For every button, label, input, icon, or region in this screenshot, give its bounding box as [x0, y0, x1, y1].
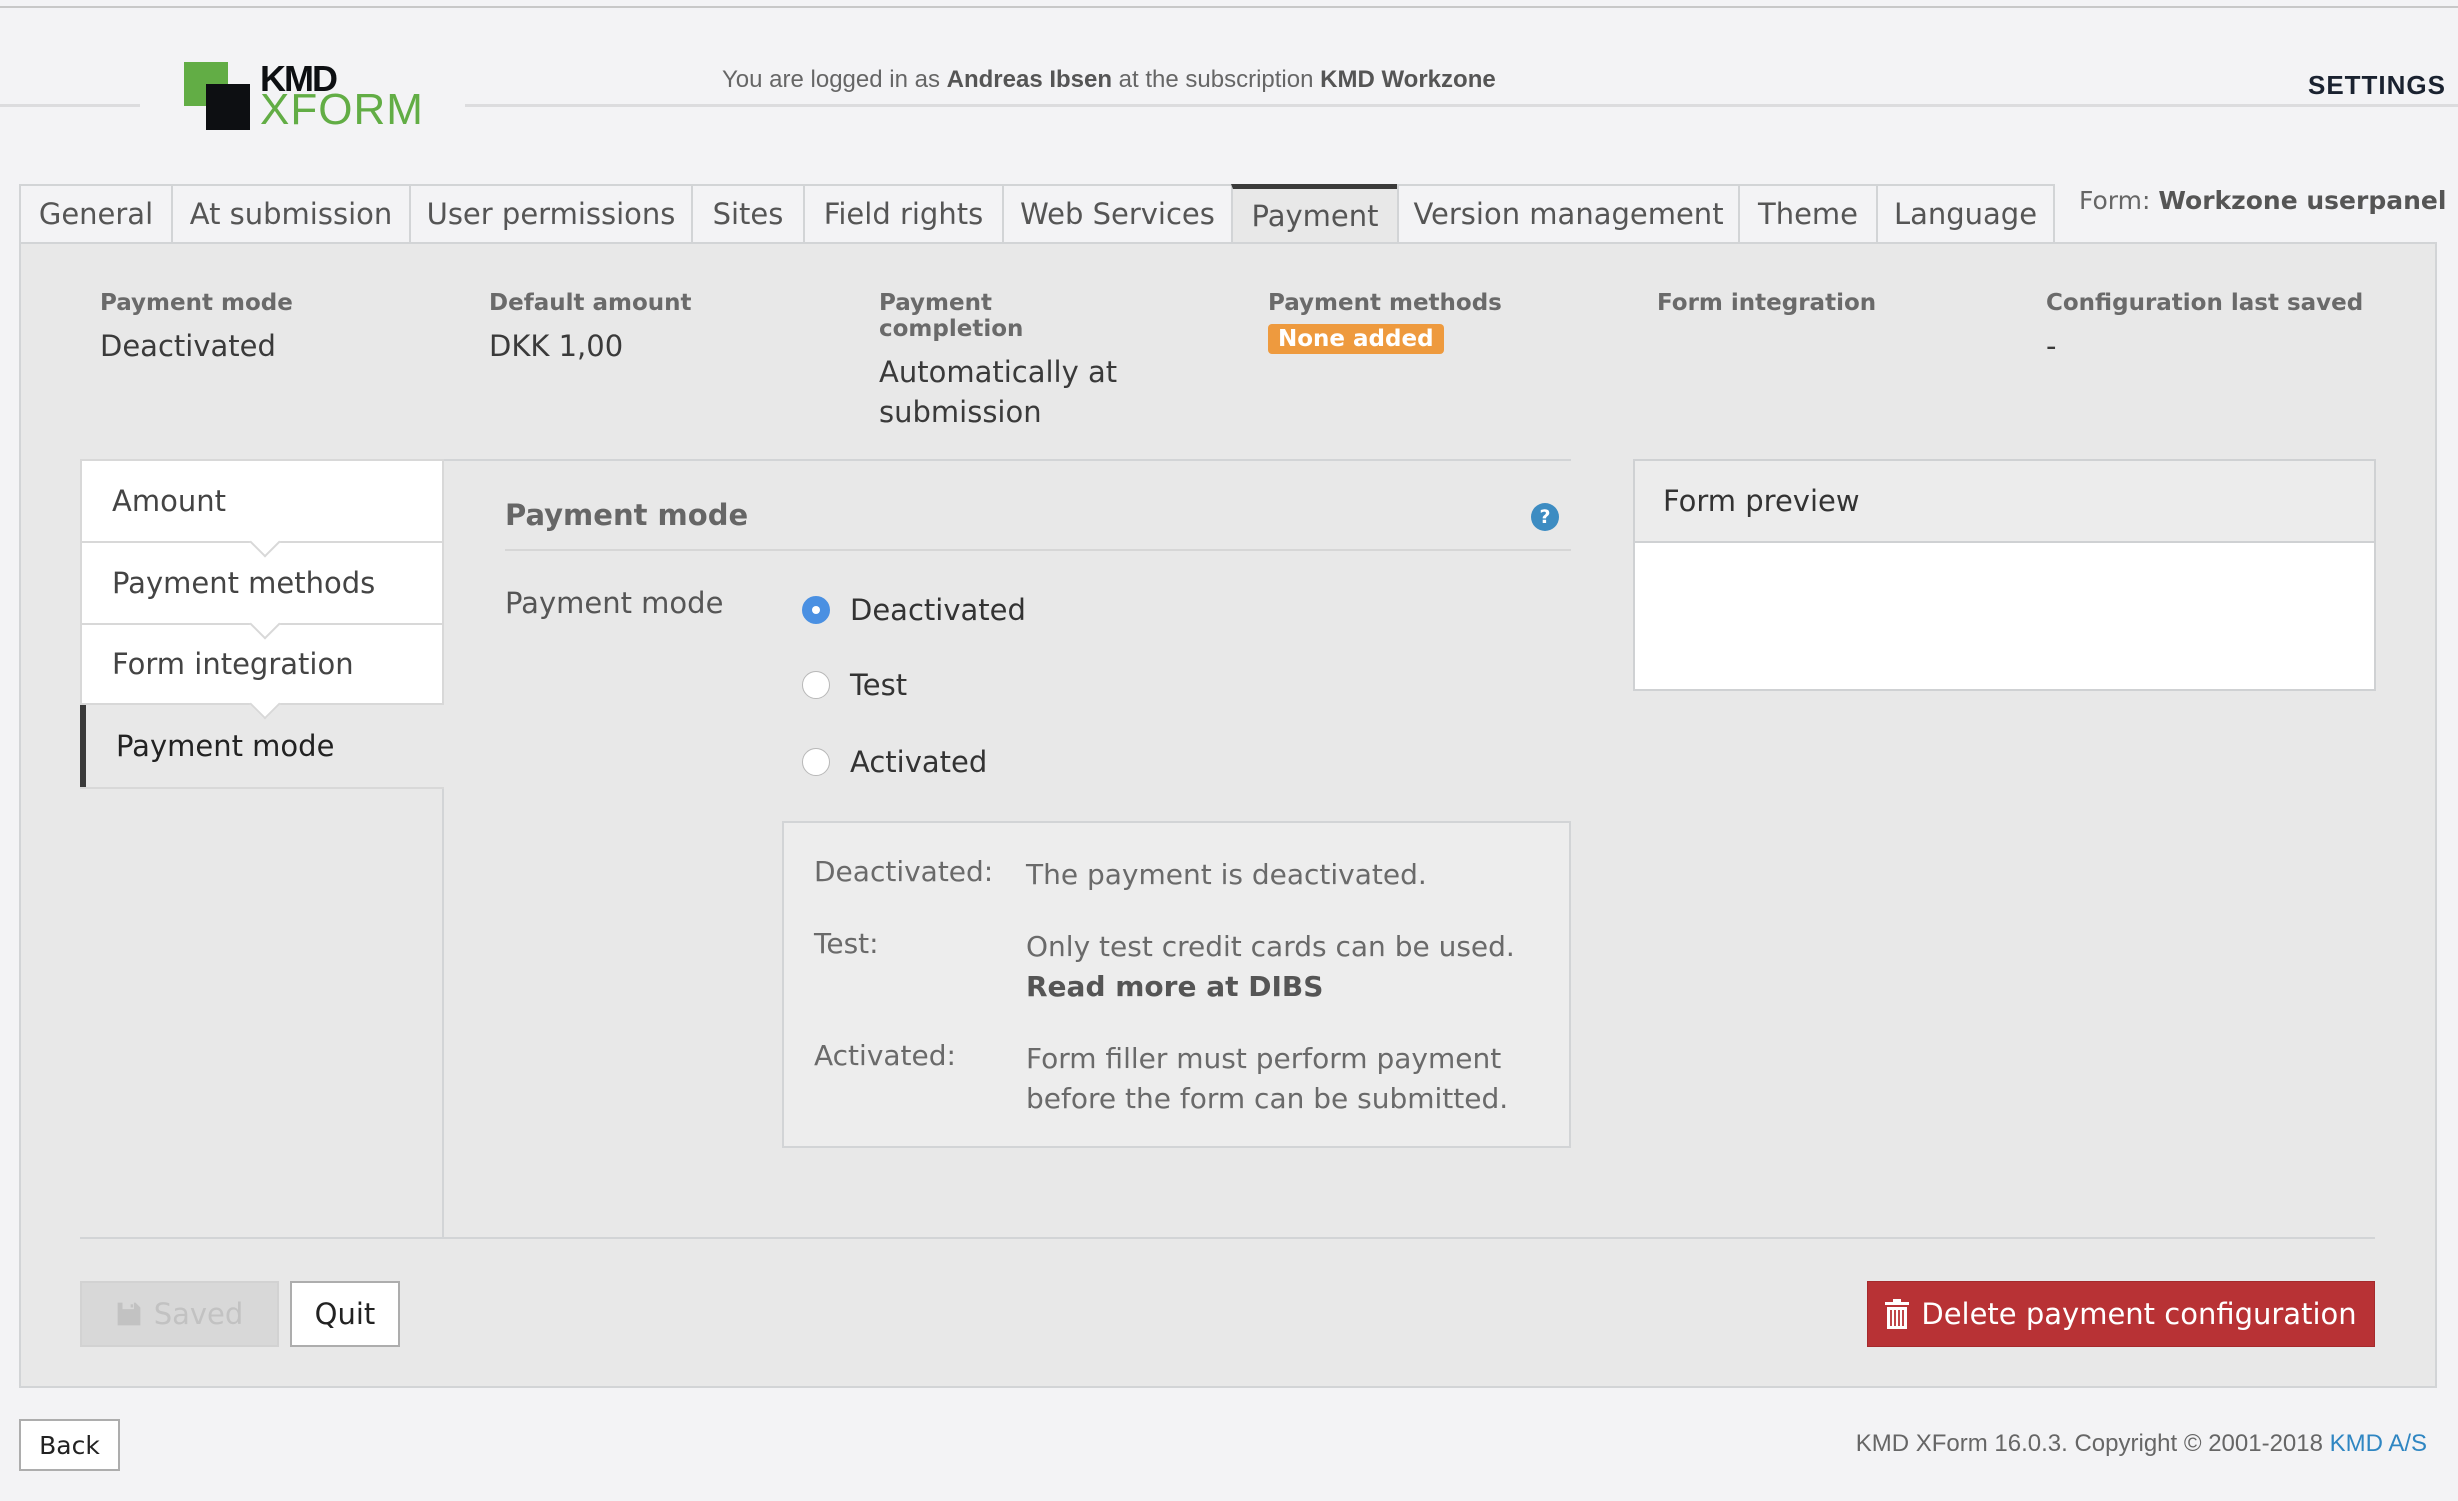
payment-sidebar: Amount Payment methods Form integration … — [80, 459, 444, 1239]
form-prefix: Form: — [2079, 186, 2159, 215]
saved-button-label: Saved — [153, 1297, 244, 1331]
radio-button[interactable] — [802, 748, 830, 776]
radio-label: Test — [850, 668, 908, 702]
trash-icon — [1885, 1299, 1910, 1329]
summary-label: Default amount — [489, 290, 692, 316]
content-top-border — [444, 459, 1571, 461]
form-preview-title: Form preview — [1635, 461, 2374, 543]
summary-label: Payment methods — [1268, 290, 1502, 316]
delete-button-label: Delete payment configuration — [1921, 1297, 2357, 1331]
summary-label: Payment completion — [879, 290, 1024, 342]
tab-language[interactable]: Language — [1876, 184, 2055, 244]
user-name: Andreas Ibsen — [946, 66, 1113, 93]
form-preview-panel: Form preview — [1633, 459, 2376, 691]
info-desc: Form filler must perform payment before … — [1026, 1042, 1509, 1115]
header-rule-right — [465, 104, 2458, 107]
summary-value: Deactivated — [100, 329, 276, 363]
summary-label: Configuration last saved — [2046, 290, 2364, 316]
summary-config-last-saved: Configuration last saved - — [2046, 290, 2426, 366]
settings-link[interactable]: SETTINGS — [2308, 70, 2446, 101]
sidebar-item-label: Payment mode — [116, 729, 335, 763]
help-icon[interactable]: ? — [1531, 503, 1559, 531]
settings-tabs: General At submission User permissions S… — [19, 184, 2055, 244]
tab-theme[interactable]: Theme — [1738, 184, 1876, 244]
tab-general[interactable]: General — [19, 184, 171, 244]
login-prefix: You are logged in as — [722, 66, 947, 93]
radio-activated[interactable]: Activated — [802, 742, 987, 782]
tab-at-submission[interactable]: At submission — [171, 184, 409, 244]
sidebar-item-label: Payment methods — [112, 566, 376, 600]
summary-value: Automatically at submission — [879, 355, 1118, 429]
sidebar-item-label: Form integration — [112, 647, 354, 681]
summary-payment-completion: Payment completion Automatically at subm… — [879, 290, 1139, 432]
info-term: Deactivated: — [814, 855, 994, 888]
radio-button[interactable] — [802, 671, 830, 699]
bottom-divider — [80, 1237, 2375, 1239]
logo-xform-text: XFORM — [260, 85, 424, 134]
sidebar-item-label: Amount — [112, 484, 226, 518]
form-name: Workzone userpanel — [2158, 186, 2447, 215]
back-button[interactable]: Back — [19, 1419, 120, 1471]
info-desc: Only test credit cards can be used. — [1026, 930, 1515, 963]
summary-value: - — [2046, 329, 2057, 363]
footer-copyright: KMD XForm 16.0.3. Copyright © 2001-2018 … — [1856, 1430, 2427, 1458]
summary-label: Payment mode — [100, 290, 293, 316]
section-title: Payment mode — [505, 498, 749, 532]
sidebar-item-amount[interactable]: Amount — [80, 459, 444, 558]
info-term: Test: — [814, 927, 879, 960]
top-border — [0, 6, 2458, 8]
tab-payment[interactable]: Payment — [1231, 184, 1397, 244]
summary-payment-mode: Payment mode Deactivated — [100, 290, 480, 366]
floppy-disk-icon — [117, 1302, 141, 1326]
info-desc-wrap: Only test credit cards can be used. Read … — [1026, 927, 1566, 1007]
saved-button[interactable]: Saved — [80, 1281, 279, 1347]
kmd-xform-logo[interactable]: KMD XFORM — [184, 58, 424, 134]
info-desc: The payment is deactivated. — [1026, 858, 1427, 891]
radio-test[interactable]: Test — [802, 665, 907, 705]
tab-user-permissions[interactable]: User permissions — [409, 184, 691, 244]
section-divider — [505, 549, 1571, 551]
footer-text: KMD XForm 16.0.3. Copyright © 2001-2018 — [1855, 1430, 2330, 1457]
dibs-link[interactable]: Read more at DIBS — [1026, 970, 1323, 1003]
status-badge: None added — [1268, 324, 1444, 354]
tab-version-management[interactable]: Version management — [1397, 184, 1738, 244]
payment-mode-field-label: Payment mode — [505, 586, 724, 620]
login-info: You are logged in as Andreas Ibsen at th… — [722, 66, 1496, 94]
payment-mode-info-box: Deactivated: The payment is deactivated.… — [782, 821, 1571, 1148]
summary-default-amount: Default amount DKK 1,00 — [489, 290, 869, 366]
summary-form-integration: Form integration — [1657, 290, 2037, 326]
quit-button[interactable]: Quit — [290, 1281, 400, 1347]
tab-web-services[interactable]: Web Services — [1002, 184, 1231, 244]
subscription-name: KMD Workzone — [1320, 66, 1496, 93]
summary-value: DKK 1,00 — [489, 329, 624, 363]
summary-label: Form integration — [1657, 290, 1877, 316]
sidebar-divider — [80, 787, 444, 789]
login-middle: at the subscription — [1112, 66, 1321, 93]
radio-deactivated[interactable]: Deactivated — [802, 590, 1026, 630]
radio-label: Deactivated — [850, 593, 1026, 627]
summary-payment-methods: Payment methods None added — [1268, 290, 1648, 354]
form-name-label: Form: Workzone userpanel — [2079, 186, 2446, 215]
tab-sites[interactable]: Sites — [691, 184, 803, 244]
logo-black-square — [206, 84, 250, 130]
kmd-link[interactable]: KMD A/S — [2330, 1430, 2427, 1457]
header-rule-left — [0, 104, 140, 107]
info-term: Activated: — [814, 1039, 956, 1072]
radio-label: Activated — [850, 745, 988, 779]
tab-field-rights[interactable]: Field rights — [803, 184, 1002, 244]
delete-payment-configuration-button[interactable]: Delete payment configuration — [1867, 1281, 2375, 1347]
radio-button-checked[interactable] — [802, 596, 830, 624]
